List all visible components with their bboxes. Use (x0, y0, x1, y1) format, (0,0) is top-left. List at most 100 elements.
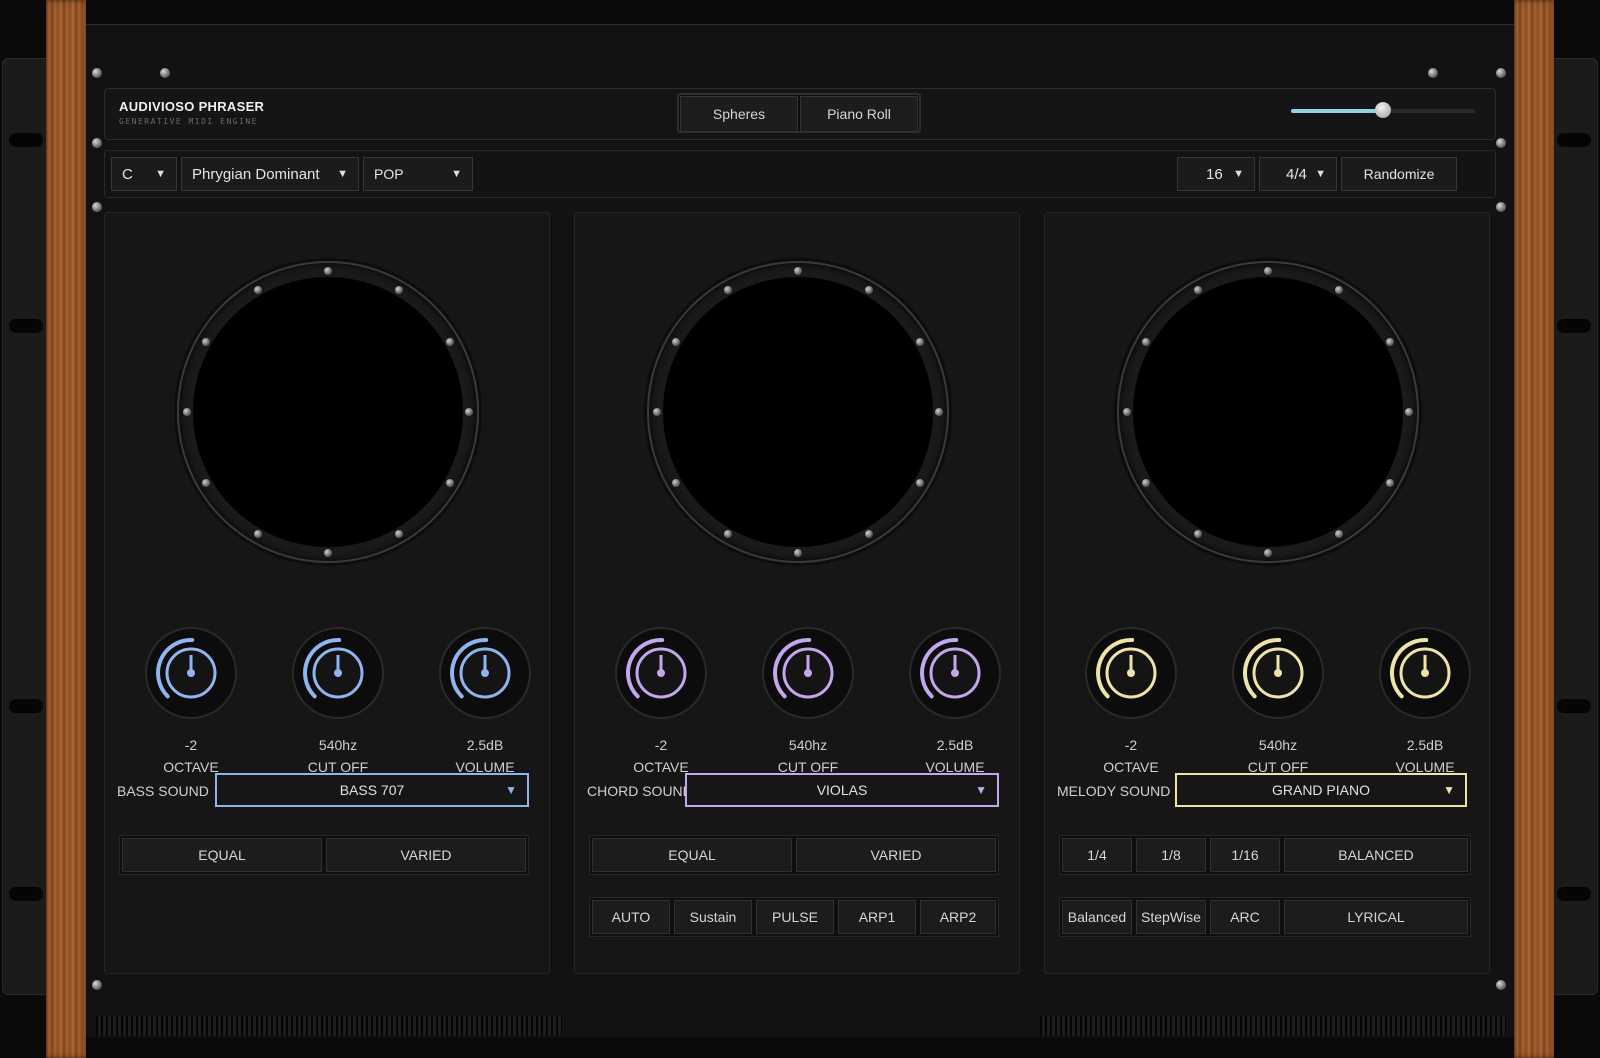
chord-panel: -2 OCTAVE 540hz CUT OFF 2.5dB VOLUME CHORD SOU… (574, 212, 1020, 974)
chord-sound-dropdown[interactable]: VIOLAS ▼ (685, 773, 999, 807)
chord-row2-option[interactable]: AUTO (592, 900, 670, 934)
screw-icon (253, 530, 262, 539)
screw-icon (1496, 980, 1506, 990)
knob-value: 2.5dB (466, 737, 504, 753)
rack-slot (9, 887, 43, 901)
brand: AUDIVIOSO PHRASER GENERATIVE MIDI ENGINE (119, 99, 264, 126)
chord-row2-option[interactable]: Sustain (674, 900, 752, 934)
knob-value: 540hz (1258, 737, 1298, 753)
rack-slot (1557, 133, 1591, 147)
screw-icon (394, 530, 403, 539)
slider-thumb[interactable] (1375, 102, 1391, 118)
chord-row1: EQUAL VARIED (589, 835, 999, 875)
chord-octave-knob[interactable]: -2 OCTAVE (601, 625, 721, 775)
genre-value: POP (374, 166, 404, 182)
tab-spheres[interactable]: Spheres (680, 96, 798, 132)
screw-icon (1405, 408, 1413, 416)
triangle-down-icon: ▼ (975, 783, 987, 797)
screw-icon (394, 285, 403, 294)
melody-sphere[interactable] (1133, 277, 1403, 547)
knob-dial[interactable] (290, 625, 386, 721)
screw-icon (465, 408, 473, 416)
melody-row2-option[interactable]: LYRICAL (1284, 900, 1468, 934)
chord-sound-value: VIOLAS (816, 782, 868, 798)
screw-icon (864, 530, 873, 539)
chord-row1-option[interactable]: EQUAL (592, 838, 792, 872)
melody-cutoff-knob[interactable]: 540hz CUT OFF (1218, 625, 1338, 775)
bass-sound-dropdown[interactable]: BASS 707 ▼ (215, 773, 529, 807)
wood-side-panel-left (46, 0, 86, 1058)
knob-dial[interactable] (437, 625, 533, 721)
melody-row1-option[interactable]: 1/16 (1210, 838, 1280, 872)
bass-sphere-ring (177, 261, 479, 563)
screw-icon (671, 337, 680, 346)
melody-row1-option[interactable]: 1/4 (1062, 838, 1132, 872)
screw-icon (1193, 530, 1202, 539)
bass-panel: -2 OCTAVE 540hz CUT OFF 2.5dB VOLUME BASS SOUN… (104, 212, 550, 974)
screw-icon (1496, 138, 1506, 148)
knob-value: -2 (1124, 737, 1138, 753)
screw-icon (1496, 68, 1506, 78)
screw-icon (1264, 267, 1272, 275)
screw-icon (671, 478, 680, 487)
key-dropdown[interactable]: C ▼ (111, 157, 177, 191)
chord-volume-knob[interactable]: 2.5dB VOLUME (895, 625, 1015, 775)
time-signature-dropdown[interactable]: 4/4 ▼ (1259, 157, 1337, 191)
knob-dial[interactable] (907, 625, 1003, 721)
screw-icon (653, 408, 661, 416)
screw-icon (723, 530, 732, 539)
melody-sound-dropdown[interactable]: GRAND PIANO ▼ (1175, 773, 1467, 807)
melody-octave-knob[interactable]: -2 OCTAVE (1071, 625, 1191, 775)
knob-value: 540hz (788, 737, 828, 753)
bass-volume-knob[interactable]: 2.5dB VOLUME (425, 625, 545, 775)
chord-row2-option[interactable]: ARP1 (838, 900, 916, 934)
bass-octave-knob[interactable]: -2 OCTAVE (131, 625, 251, 775)
knob-label: OCTAVE (1103, 759, 1159, 775)
screw-icon (92, 138, 102, 148)
chord-cutoff-knob[interactable]: 540hz CUT OFF (748, 625, 868, 775)
bass-row1-option[interactable]: EQUAL (122, 838, 322, 872)
bass-cutoff-knob[interactable]: 540hz CUT OFF (278, 625, 398, 775)
master-slider[interactable] (1291, 102, 1475, 118)
tab-piano-roll[interactable]: Piano Roll (800, 96, 918, 132)
knob-dial[interactable] (1377, 625, 1473, 721)
melody-row2-option[interactable]: ARC (1210, 900, 1280, 934)
melody-row1-option[interactable]: 1/8 (1136, 838, 1206, 872)
knob-dial[interactable] (613, 625, 709, 721)
melody-row2-option[interactable]: Balanced (1062, 900, 1132, 934)
scale-dropdown[interactable]: Phrygian Dominant ▼ (181, 157, 359, 191)
genre-dropdown[interactable]: POP ▼ (363, 157, 473, 191)
screw-icon (446, 478, 455, 487)
rack-slot (9, 699, 43, 713)
screw-icon (201, 337, 210, 346)
vent-grille-left (96, 1016, 562, 1036)
chord-row2-option[interactable]: ARP2 (920, 900, 996, 934)
screw-icon (1193, 285, 1202, 294)
key-value: C (122, 165, 133, 183)
bass-row1-option[interactable]: VARIED (326, 838, 526, 872)
knob-dial[interactable] (1083, 625, 1179, 721)
screw-icon (794, 267, 802, 275)
screw-icon (1334, 285, 1343, 294)
bass-sphere[interactable] (193, 277, 463, 547)
melody-row2-option[interactable]: StepWise (1136, 900, 1206, 934)
scale-value: Phrygian Dominant (192, 165, 320, 183)
screw-icon (864, 285, 873, 294)
knob-dial[interactable] (143, 625, 239, 721)
steps-value: 16 (1206, 165, 1223, 183)
rack-slot (1557, 887, 1591, 901)
melody-row1-option[interactable]: BALANCED (1284, 838, 1468, 872)
chord-row2-option[interactable]: PULSE (756, 900, 834, 934)
view-tabs: Spheres Piano Roll (677, 93, 921, 133)
wood-side-panel-right (1514, 0, 1554, 1058)
randomize-button[interactable]: Randomize (1341, 157, 1457, 191)
knob-dial[interactable] (1230, 625, 1326, 721)
screw-icon (92, 202, 102, 212)
chord-sphere[interactable] (663, 277, 933, 547)
slider-fill (1291, 109, 1383, 113)
triangle-down-icon: ▼ (1315, 168, 1326, 180)
knob-dial[interactable] (760, 625, 856, 721)
chord-row1-option[interactable]: VARIED (796, 838, 996, 872)
steps-dropdown[interactable]: 16 ▼ (1177, 157, 1255, 191)
melody-volume-knob[interactable]: 2.5dB VOLUME (1365, 625, 1485, 775)
